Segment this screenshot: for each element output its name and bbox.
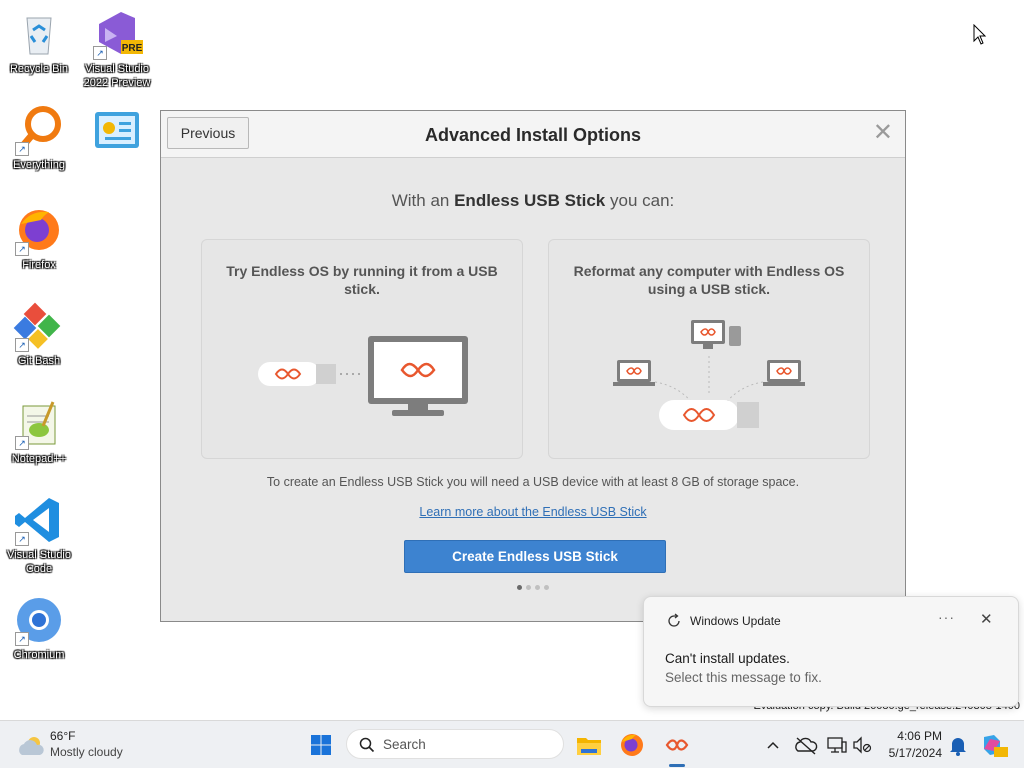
desktop-icon-recycle-bin[interactable]: Recycle Bin [1,8,77,76]
desktop-icon-visual-studio-2022-preview[interactable]: PRE ↗ Visual Studio 2022 Preview [79,8,155,90]
desktop-icon-label: Firefox [22,259,56,271]
taskbar-file-explorer[interactable] [571,727,607,763]
shortcut-arrow-icon: ↗ [15,242,29,256]
endless-logo-icon [665,739,689,751]
desktop-icon-notepad-plus-plus[interactable]: ↗ Notepad++ [1,398,77,466]
desktop-icon-visual-studio-code[interactable]: ↗ Visual Studio Code [1,494,77,576]
search-icon [359,737,375,753]
subtitle-prefix: With an [391,191,455,210]
shortcut-arrow-icon: ↗ [15,532,29,546]
try-endless-card[interactable]: Try Endless OS by running it from a USB … [201,239,523,459]
subtitle-suffix: you can: [605,191,675,210]
clock-time[interactable]: 4:06 PM [886,729,942,743]
copilot-button[interactable] [974,727,1010,763]
taskbar: 66°F Mostly cloudy Search 4:06 PM 5/17/2… [0,720,1024,768]
desktop-icon-label: Notepad++ [11,453,67,465]
dialog-subtitle: With an Endless USB Stick you can: [161,191,905,211]
page-dot [544,585,549,590]
recycle-bin-icon [13,8,65,60]
learn-more-link[interactable]: Learn more about the Endless USB Stick [161,505,905,519]
notification-body: Select this message to fix. [665,670,822,685]
subtitle-emphasis: Endless USB Stick [454,191,606,210]
shortcut-arrow-icon: ↗ [15,338,29,352]
windows-update-notification[interactable]: Windows Update ··· ✕ Can't install updat… [643,596,1019,707]
page-dot [526,585,531,590]
desktop-icon-label: Everything [13,159,65,171]
card-description: Try Endless OS by running it from a USB … [226,263,498,297]
vscode-icon: ↗ [13,494,65,546]
more-options-icon[interactable]: ··· [938,609,955,625]
taskbar-search-box[interactable]: Search [346,729,564,759]
storage-requirement-note: To create an Endless USB Stick you will … [266,475,800,489]
taskbar-endless-installer[interactable] [659,727,695,763]
weather-description: Mostly cloudy [50,745,123,759]
desktop-icon-label: Visual Studio 2022 Preview [83,63,151,89]
desktop-icon-unnamed-app[interactable] [79,106,155,158]
visual-studio-preview-icon: PRE ↗ [91,8,143,60]
everything-icon: ↗ [13,104,65,156]
close-icon[interactable]: ✕ [980,610,993,628]
shortcut-arrow-icon: ↗ [15,632,29,646]
mouse-cursor-icon [973,24,987,45]
desktop-icon-label: Chromium [13,649,65,661]
desktop-icon-label: Git Bash [17,355,61,367]
desktop-icon-chromium[interactable]: ↗ Chromium [1,594,77,662]
active-app-indicator [669,764,685,767]
cloud-icon [19,737,44,755]
refresh-icon [668,613,680,627]
dialog-title: Advanced Install Options [424,125,642,145]
notifications-button[interactable] [940,727,976,763]
git-bash-icon: ↗ [13,300,65,352]
firefox-icon [621,734,643,756]
create-usb-stick-button[interactable]: Create Endless USB Stick [404,540,666,573]
shortcut-arrow-icon: ↗ [15,142,29,156]
usb-to-computers-illustration [613,320,805,430]
show-hidden-icons-button[interactable] [755,727,791,763]
desktop-icon-firefox[interactable]: ↗ Firefox [1,204,77,272]
svg-text:PRE: PRE [122,43,143,54]
desktop-icon-label: Recycle Bin [9,63,69,75]
dialog-header: Previous Advanced Install Options ✕ [161,111,905,158]
desktop-icon-everything[interactable]: ↗ Everything [1,104,77,172]
notification-title: Can't install updates. [665,651,790,666]
weather-temperature: 66°F [50,729,76,743]
reformat-computer-card[interactable]: Reformat any computer with Endless OS us… [548,239,870,459]
page-dot [535,585,540,590]
notepad-plus-plus-icon: ↗ [13,398,65,450]
usb-to-monitor-illustration [258,336,468,416]
desktop-icon-git-bash[interactable]: ↗ Git Bash [1,300,77,368]
desktop-icon-label: Visual Studio Code [6,549,71,575]
shortcut-arrow-icon: ↗ [15,436,29,450]
taskbar-firefox[interactable] [614,727,650,763]
close-icon[interactable]: ✕ [873,120,893,146]
page-indicator [161,585,905,590]
search-placeholder: Search [383,737,426,752]
card-description: Reformat any computer with Endless OS us… [573,263,845,297]
chevron-up-icon [767,741,779,749]
bell-icon [950,738,966,756]
start-button[interactable] [303,727,339,763]
folder-icon [577,738,601,755]
firefox-icon: ↗ [13,204,65,256]
advanced-install-options-dialog: Previous Advanced Install Options ✕ With… [160,110,906,622]
notification-app-name: Windows Update [690,614,781,628]
app-dashboard-icon [91,106,143,158]
clock-date[interactable]: 5/17/2024 [872,746,942,760]
page-dot-active [517,585,522,590]
shortcut-arrow-icon: ↗ [93,46,107,60]
windows-logo-icon [311,735,331,755]
copilot-icon [984,735,1008,757]
chromium-icon: ↗ [13,594,65,646]
